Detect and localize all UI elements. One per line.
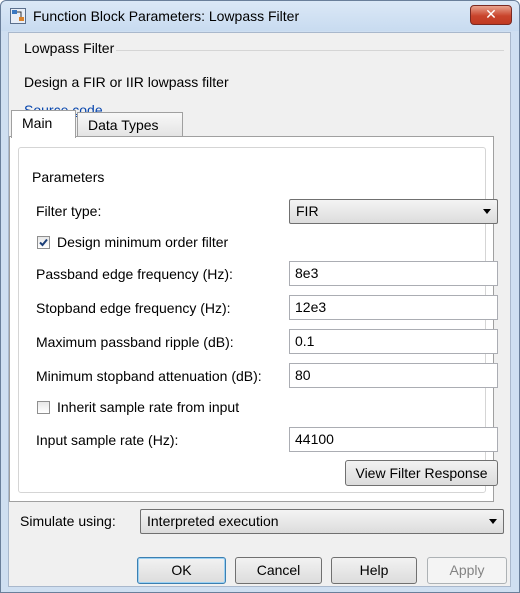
- filter-type-label: Filter type:: [36, 203, 102, 219]
- tab-main-label: Main: [22, 115, 53, 131]
- block-description: Design a FIR or IIR lowpass filter: [24, 74, 229, 90]
- help-button-label: Help: [359, 562, 389, 578]
- max-passband-ripple-value: 0.1: [295, 333, 315, 349]
- inherit-sample-rate-checkbox[interactable]: [37, 401, 50, 414]
- passband-edge-label: Passband edge frequency (Hz):: [36, 266, 233, 282]
- tab-data-types[interactable]: Data Types: [77, 112, 183, 136]
- ok-button-label: OK: [171, 562, 192, 578]
- close-icon: ✕: [485, 6, 497, 22]
- view-filter-response-label: View Filter Response: [355, 465, 488, 481]
- max-passband-ripple-input[interactable]: 0.1: [289, 329, 498, 354]
- ok-button[interactable]: OK: [137, 557, 226, 584]
- tab-data-types-label: Data Types: [88, 117, 159, 133]
- filter-type-value: FIR: [296, 203, 319, 219]
- view-filter-response-button[interactable]: View Filter Response: [345, 460, 498, 486]
- min-stopband-atten-label: Minimum stopband attenuation (dB):: [36, 368, 262, 384]
- min-stopband-atten-value: 80: [295, 367, 311, 383]
- passband-edge-input[interactable]: 8e3: [289, 261, 498, 286]
- inherit-sample-rate-label: Inherit sample rate from input: [57, 399, 240, 415]
- checkmark-icon: [39, 238, 48, 247]
- simulink-block-icon: [10, 8, 26, 24]
- apply-button-label: Apply: [449, 562, 485, 578]
- tab-main[interactable]: Main: [11, 110, 76, 138]
- min-stopband-atten-input[interactable]: 80: [289, 363, 498, 388]
- chevron-down-icon: [483, 209, 491, 214]
- chevron-down-icon: [489, 519, 497, 524]
- simulate-using-label: Simulate using:: [20, 513, 116, 529]
- stopband-edge-label: Stopband edge frequency (Hz):: [36, 300, 231, 316]
- close-button[interactable]: ✕: [470, 5, 512, 25]
- parameters-group-title: Parameters: [30, 169, 107, 185]
- window-title: Function Block Parameters: Lowpass Filte…: [33, 8, 300, 24]
- cancel-button[interactable]: Cancel: [235, 557, 322, 584]
- filter-type-dropdown[interactable]: FIR: [289, 199, 498, 224]
- title-bar[interactable]: Function Block Parameters: Lowpass Filte…: [1, 1, 519, 31]
- cancel-button-label: Cancel: [256, 562, 301, 578]
- help-button[interactable]: Help: [331, 557, 417, 584]
- input-sample-rate-label: Input sample rate (Hz):: [36, 432, 179, 448]
- passband-edge-value: 8e3: [295, 265, 319, 281]
- max-passband-ripple-label: Maximum passband ripple (dB):: [36, 334, 234, 350]
- input-sample-rate-value: 44100: [295, 431, 334, 447]
- stopband-edge-input[interactable]: 12e3: [289, 295, 498, 320]
- header-group-line: [92, 50, 504, 51]
- apply-button[interactable]: Apply: [427, 557, 507, 584]
- simulate-using-dropdown[interactable]: Interpreted execution: [140, 509, 504, 534]
- design-min-order-checkbox[interactable]: [37, 236, 50, 249]
- header-group-title: Lowpass Filter: [22, 40, 117, 56]
- input-sample-rate-input[interactable]: 44100: [289, 427, 498, 452]
- design-min-order-label: Design minimum order filter: [57, 234, 229, 250]
- simulate-using-value: Interpreted execution: [147, 513, 279, 529]
- stopband-edge-value: 12e3: [295, 299, 327, 315]
